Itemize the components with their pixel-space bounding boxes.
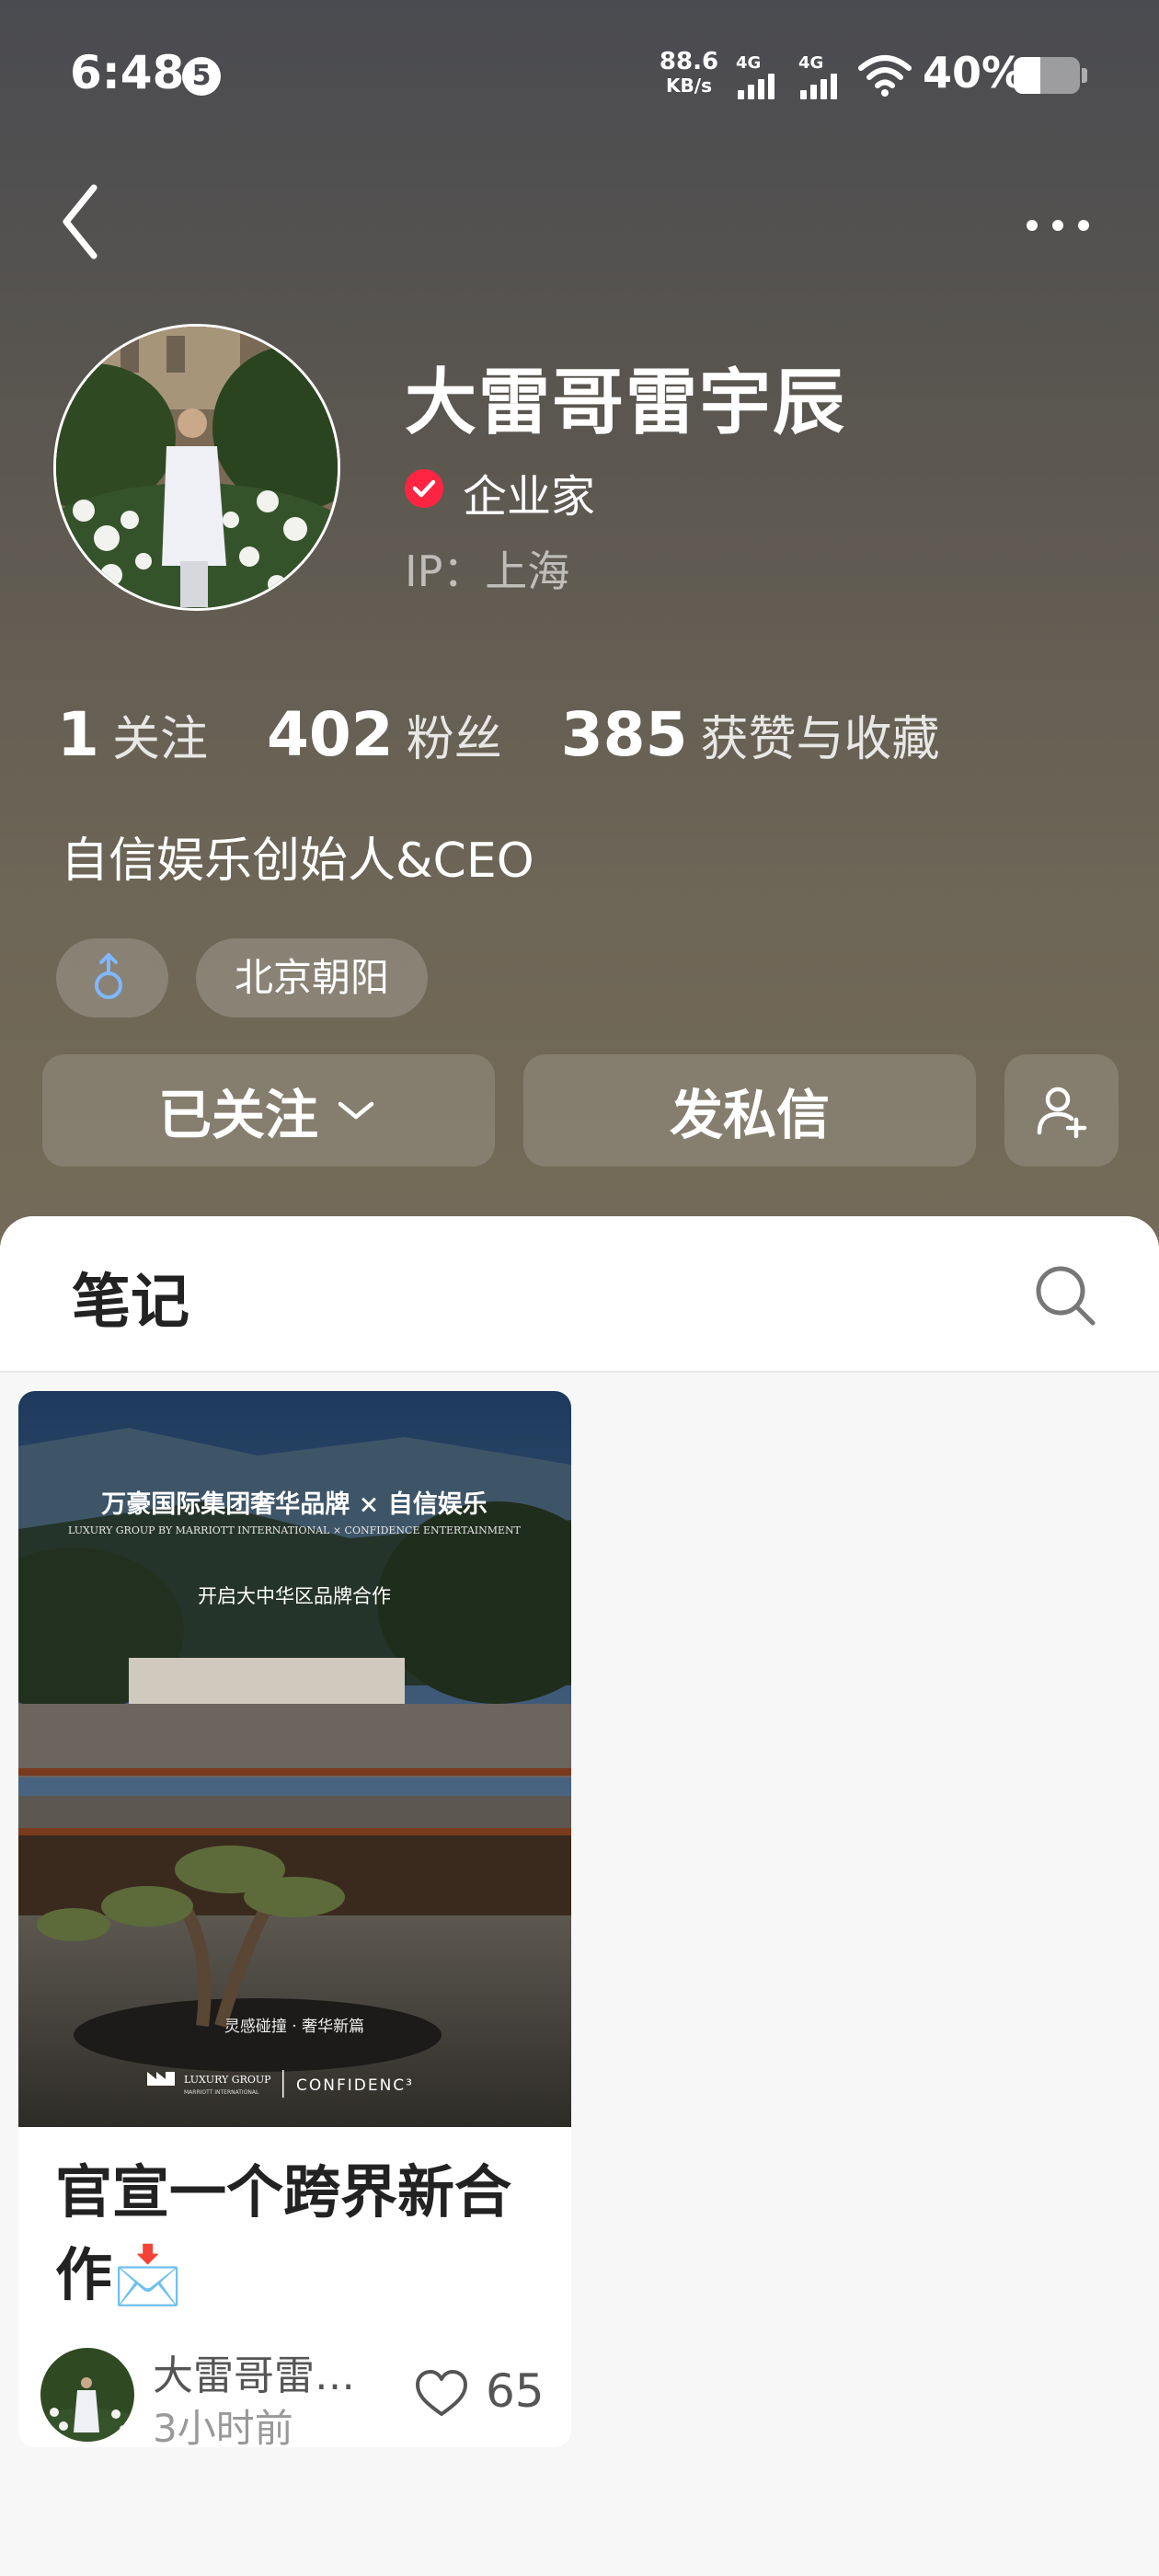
sim2-label: 4G [798,53,824,73]
stat-following-label: 关注 [111,712,208,767]
cover-bottom-caption: 灵感碰撞 · 奢华新篇 [224,2018,364,2036]
notification-count-badge: 5 [182,57,221,96]
note-title[interactable]: 官宣一个跨界新合作📩 [55,2151,552,2317]
following-button[interactable]: 已关注 [42,1054,495,1167]
note-card[interactable]: 万豪国际集团奢华品牌 × 自信娱乐 LUXURY GROUP BY MARRIO… [18,1391,571,2447]
heart-icon[interactable] [414,2368,469,2420]
location-tag: 北京朝阳 [196,938,428,1018]
notes-panel: 笔记 万豪国际集团奢华品牌 × 自信娱乐 LUXURY GROUP BY MAR… [0,1216,1159,2576]
search-icon[interactable] [1030,1260,1100,1330]
stat-followers-count: 402 [266,699,394,770]
battery-tip [1082,68,1087,83]
stat-likes-collects[interactable]: 385 获赞与收藏 [561,699,940,770]
gender-tag [56,938,168,1018]
stat-likes-count: 385 [560,699,688,770]
avatar-photo [56,327,338,608]
send-message-button[interactable]: 发私信 [523,1054,976,1167]
network-speed-value: 88.6 [659,48,719,75]
cover-subline: LUXURY GROUP BY MARRIOTT INTERNATIONAL ×… [68,1524,522,1536]
profile-stats: 1 关注 402 粉丝 385 获赞与收藏 [57,699,999,770]
network-speed: 88.6 KB/s [657,50,721,98]
note-cover-image[interactable]: 万豪国际集团奢华品牌 × 自信娱乐 LUXURY GROUP BY MARRIO… [18,1391,571,2127]
chevron-down-icon [338,1101,374,1120]
profile-name: 大雷哥雷宇辰 [405,362,847,444]
battery-percent: 40% [923,48,1025,98]
author-avatar-photo [40,2348,134,2442]
send-message-label: 发私信 [669,1084,830,1146]
cover-tagline: 开启大中华区品牌合作 [198,1585,391,1607]
add-user-icon [1037,1087,1087,1139]
verified-check-icon [405,469,443,508]
stat-followers-label: 粉丝 [406,712,502,767]
status-time: 6:48 [70,46,185,99]
male-icon [95,953,122,999]
profile-avatar[interactable] [53,324,340,611]
stat-following[interactable]: 1 关注 [57,699,208,770]
status-bar: 6:48 5 88.6 KB/s 4G 4G 40% [0,0,1159,147]
network-speed-unit: KB/s [666,75,712,97]
stat-likes-label: 获赞与收藏 [700,712,940,767]
tab-notes[interactable]: 笔记 [72,1255,189,1340]
stat-following-count: 1 [57,699,99,770]
add-friend-button[interactable] [1004,1054,1119,1167]
sim1-label: 4G [736,53,762,73]
battery-icon [1014,57,1080,94]
more-options-button[interactable] [1012,202,1104,248]
following-button-label: 已关注 [157,1084,318,1146]
back-button[interactable] [55,180,110,263]
note-author-avatar[interactable] [40,2348,134,2442]
brand-left-sub: MARRIOTT INTERNATIONAL [184,2089,259,2096]
note-author-name[interactable]: 大雷哥雷宇辰 [153,2342,383,2401]
stat-followers[interactable]: 402 粉丝 [267,699,502,770]
note-time: 3小时前 [153,2406,293,2447]
notes-tab-bar: 笔记 [0,1216,1159,1373]
cover-headline: 万豪国际集团奢华品牌 × 自信娱乐 [101,1489,487,1519]
like-count: 65 [486,2364,545,2418]
brand-right: CONFIDENC³ [296,2076,414,2095]
brand-left: LUXURY GROUP [184,2074,271,2086]
ip-location: IP：上海 [405,546,570,596]
verified-title: 企业家 [463,471,596,523]
profile-bio: 自信娱乐创始人&CEO [61,834,534,889]
wifi-icon [858,55,912,97]
